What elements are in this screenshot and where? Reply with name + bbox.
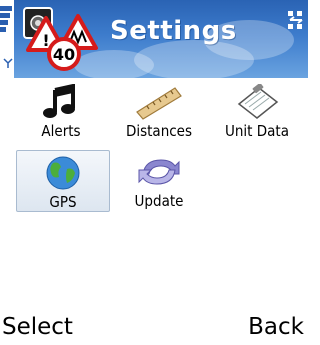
grid-item-unit-data[interactable]: Unit Data bbox=[210, 80, 304, 142]
page-title: Settings bbox=[110, 16, 237, 46]
grid-item-label: Alerts bbox=[41, 122, 81, 140]
status-column bbox=[0, 0, 14, 78]
grid-item-label: GPS bbox=[49, 193, 77, 211]
signal-strength-icon bbox=[0, 6, 12, 34]
clipboard-icon bbox=[237, 84, 279, 119]
grid-item-gps[interactable]: GPS bbox=[16, 150, 110, 212]
back-softkey[interactable]: Back bbox=[248, 314, 304, 340]
antenna-icon bbox=[3, 58, 13, 68]
ruler-icon bbox=[136, 87, 182, 120]
speed-sign-text: 40 bbox=[53, 45, 75, 64]
refresh-arrows-icon bbox=[138, 159, 180, 185]
grid-item-update[interactable]: Update bbox=[112, 150, 206, 212]
grid-item-alerts[interactable]: Alerts bbox=[14, 80, 108, 142]
music-note-icon bbox=[43, 84, 75, 118]
select-softkey[interactable]: Select bbox=[2, 314, 73, 340]
grid-item-label: Unit Data bbox=[225, 122, 289, 140]
speed-camera-warning-icon: ! 40 bbox=[23, 7, 98, 71]
connectivity-icon bbox=[288, 11, 303, 29]
grid-item-label: Distances bbox=[125, 122, 193, 140]
grid-item-label: Update bbox=[134, 192, 184, 210]
grid-item-distances[interactable]: Distances bbox=[112, 80, 206, 142]
globe-icon bbox=[46, 156, 80, 190]
